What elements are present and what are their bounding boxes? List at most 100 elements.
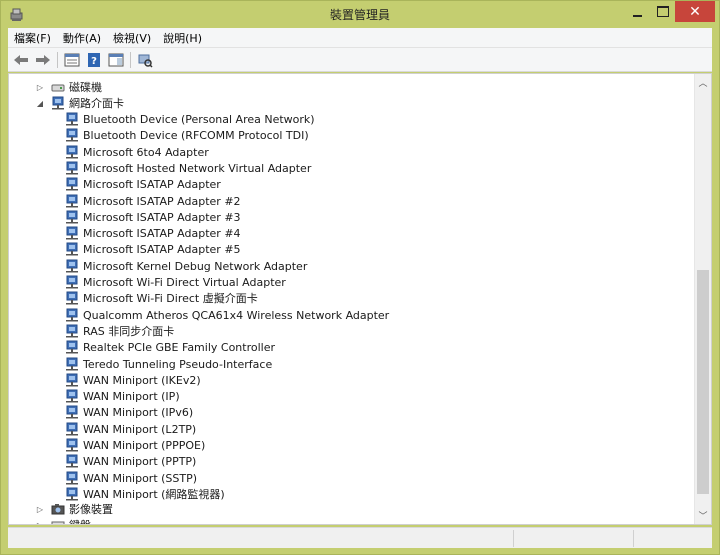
network-adapter-label: Microsoft ISATAP Adapter #2 — [83, 194, 241, 208]
network-adapter-item[interactable]: WAN Miniport (PPPOE) — [65, 437, 205, 453]
network-adapter-label: Microsoft ISATAP Adapter #4 — [83, 226, 241, 240]
toolbar-separator — [130, 51, 131, 68]
properties-button[interactable] — [62, 51, 82, 69]
network-adapter-item[interactable]: WAN Miniport (L2TP) — [65, 421, 196, 437]
view-button[interactable] — [106, 51, 126, 69]
status-divider — [513, 530, 514, 547]
network-adapter-label: WAN Miniport (IKEv2) — [83, 373, 201, 387]
network-adapter-item[interactable]: WAN Miniport (IP) — [65, 388, 180, 404]
help-button[interactable]: ? — [84, 51, 104, 69]
network-adapter-label: Microsoft Wi-Fi Direct 虛擬介面卡 — [83, 292, 258, 305]
network-adapter-icon — [66, 487, 78, 501]
network-adapter-item[interactable]: Microsoft 6to4 Adapter — [65, 144, 209, 160]
expand-triangle-icon[interactable]: ▷ — [35, 520, 45, 525]
network-adapter-item[interactable]: Bluetooth Device (RFCOMM Protocol TDI) — [65, 127, 309, 143]
minimize-button[interactable] — [625, 1, 649, 22]
network-adapter-item[interactable]: Microsoft ISATAP Adapter #3 — [65, 209, 241, 225]
network-adapter-item[interactable]: Realtek PCIe GBE Family Controller — [65, 339, 275, 355]
network-adapter-item[interactable]: Bluetooth Device (Personal Area Network) — [65, 111, 315, 127]
network-adapter-item[interactable]: WAN Miniport (PPTP) — [65, 453, 196, 469]
network-adapter-icon — [66, 291, 78, 305]
scroll-down-arrow-icon[interactable]: ﹀ — [695, 507, 711, 524]
network-adapter-item[interactable]: Teredo Tunneling Pseudo-Interface — [65, 356, 272, 372]
network-adapter-label: WAN Miniport (L2TP) — [83, 422, 197, 436]
scroll-thumb[interactable] — [697, 270, 709, 494]
network-adapter-item[interactable]: Microsoft ISATAP Adapter #5 — [65, 241, 241, 257]
network-adapter-label: WAN Miniport (SSTP) — [83, 471, 198, 485]
vertical-scrollbar[interactable]: ︿ ﹀ — [694, 74, 711, 524]
tree-node-label: 磁碟機 — [69, 81, 102, 94]
window-title: 裝置管理員 — [329, 8, 390, 22]
title-bar[interactable]: 裝置管理員 ✕ — [1, 1, 719, 28]
menu-action[interactable]: 動作(A) — [57, 30, 107, 46]
network-adapter-icon — [66, 242, 78, 256]
back-arrow-icon — [14, 54, 28, 65]
network-adapter-icon — [66, 194, 78, 208]
network-adapter-icon — [66, 145, 78, 159]
network-adapter-icon — [66, 373, 78, 387]
network-adapter-icon — [66, 405, 78, 419]
network-adapter-item[interactable]: WAN Miniport (IKEv2) — [65, 372, 201, 388]
forward-arrow-icon — [36, 54, 50, 65]
menu-file[interactable]: 檔案(F) — [8, 30, 57, 46]
tree-node-imaging-devices[interactable]: ▷ 影像裝置 — [35, 501, 113, 517]
tree-node-label: 網路介面卡 — [69, 97, 124, 110]
network-adapter-icon — [66, 259, 78, 273]
network-adapter-label: WAN Miniport (IP) — [83, 389, 180, 403]
network-adapter-icon — [66, 340, 78, 354]
network-adapter-icon — [66, 275, 78, 289]
expand-triangle-icon[interactable]: ▷ — [35, 504, 45, 514]
forward-button[interactable] — [33, 51, 53, 69]
close-button[interactable]: ✕ — [675, 1, 715, 22]
network-adapter-item[interactable]: WAN Miniport (IPv6) — [65, 404, 193, 420]
tree-node-label: 影像裝置 — [69, 503, 113, 516]
network-adapter-item[interactable]: Qualcomm Atheros QCA61x4 Wireless Networ… — [65, 307, 389, 323]
toolbar-separator — [57, 51, 58, 68]
status-bar — [8, 527, 712, 548]
collapse-triangle-icon[interactable]: ◢ — [35, 98, 45, 108]
network-adapter-item[interactable]: Microsoft ISATAP Adapter — [65, 176, 221, 192]
network-adapter-item[interactable]: Microsoft ISATAP Adapter #4 — [65, 225, 241, 241]
device-tree[interactable]: ▷ 磁碟機 ◢ 網路介面卡 Bluetooth Device (Personal… — [8, 73, 712, 525]
network-adapter-label: Microsoft Kernel Debug Network Adapter — [83, 259, 308, 273]
network-adapter-label: Microsoft 6to4 Adapter — [83, 145, 209, 159]
menu-help[interactable]: 說明(H) — [157, 30, 208, 46]
svg-text:?: ? — [91, 56, 97, 67]
network-adapter-icon — [66, 128, 78, 142]
network-adapter-icon — [66, 454, 78, 468]
network-adapter-label: RAS 非同步介面卡 — [83, 325, 175, 338]
network-adapter-item[interactable]: Microsoft Hosted Network Virtual Adapter — [65, 160, 311, 176]
back-button[interactable] — [11, 51, 31, 69]
expand-triangle-icon[interactable]: ▷ — [35, 82, 45, 92]
network-adapter-item[interactable]: Microsoft Wi-Fi Direct Virtual Adapter — [65, 274, 286, 290]
scan-hardware-icon — [138, 54, 153, 68]
network-adapter-item[interactable]: Microsoft ISATAP Adapter #2 — [65, 193, 241, 209]
network-adapter-icon — [66, 226, 78, 240]
network-adapter-label: WAN Miniport (IPv6) — [83, 405, 194, 419]
network-adapter-label: Bluetooth Device (RFCOMM Protocol TDI) — [83, 128, 309, 142]
network-adapter-icon — [52, 96, 64, 110]
network-adapter-label: WAN Miniport (PPPOE) — [83, 438, 206, 452]
tree-node-keyboards[interactable]: ▷ 鍵盤 — [35, 517, 91, 525]
network-adapter-label: WAN Miniport (PPTP) — [83, 454, 197, 468]
scan-hardware-button[interactable] — [135, 51, 155, 69]
network-adapter-item[interactable]: WAN Miniport (SSTP) — [65, 470, 197, 486]
tree-node-network-adapters[interactable]: ◢ 網路介面卡 — [35, 95, 124, 111]
menu-view[interactable]: 檢視(V) — [107, 30, 157, 46]
toolbar: ? — [8, 48, 712, 72]
network-adapter-icon — [66, 112, 78, 126]
network-adapter-label: Microsoft ISATAP Adapter — [83, 177, 221, 191]
network-adapter-item[interactable]: RAS 非同步介面卡 — [65, 323, 174, 339]
network-adapter-item[interactable]: Microsoft Kernel Debug Network Adapter — [65, 258, 307, 274]
network-adapter-icon — [66, 210, 78, 224]
scroll-up-arrow-icon[interactable]: ︿ — [695, 74, 711, 91]
imaging-device-icon — [51, 504, 65, 515]
network-adapter-label: Microsoft ISATAP Adapter #5 — [83, 242, 241, 256]
tree-node-disk-drives[interactable]: ▷ 磁碟機 — [35, 79, 102, 95]
network-adapter-item[interactable]: Microsoft Wi-Fi Direct 虛擬介面卡 — [65, 290, 258, 306]
tree-node-label: 鍵盤 — [69, 517, 91, 524]
keyboard-icon — [51, 521, 65, 524]
network-adapter-icon — [66, 324, 78, 338]
maximize-button[interactable] — [651, 1, 675, 22]
network-adapter-item[interactable]: WAN Miniport (網路監視器) — [65, 486, 225, 502]
